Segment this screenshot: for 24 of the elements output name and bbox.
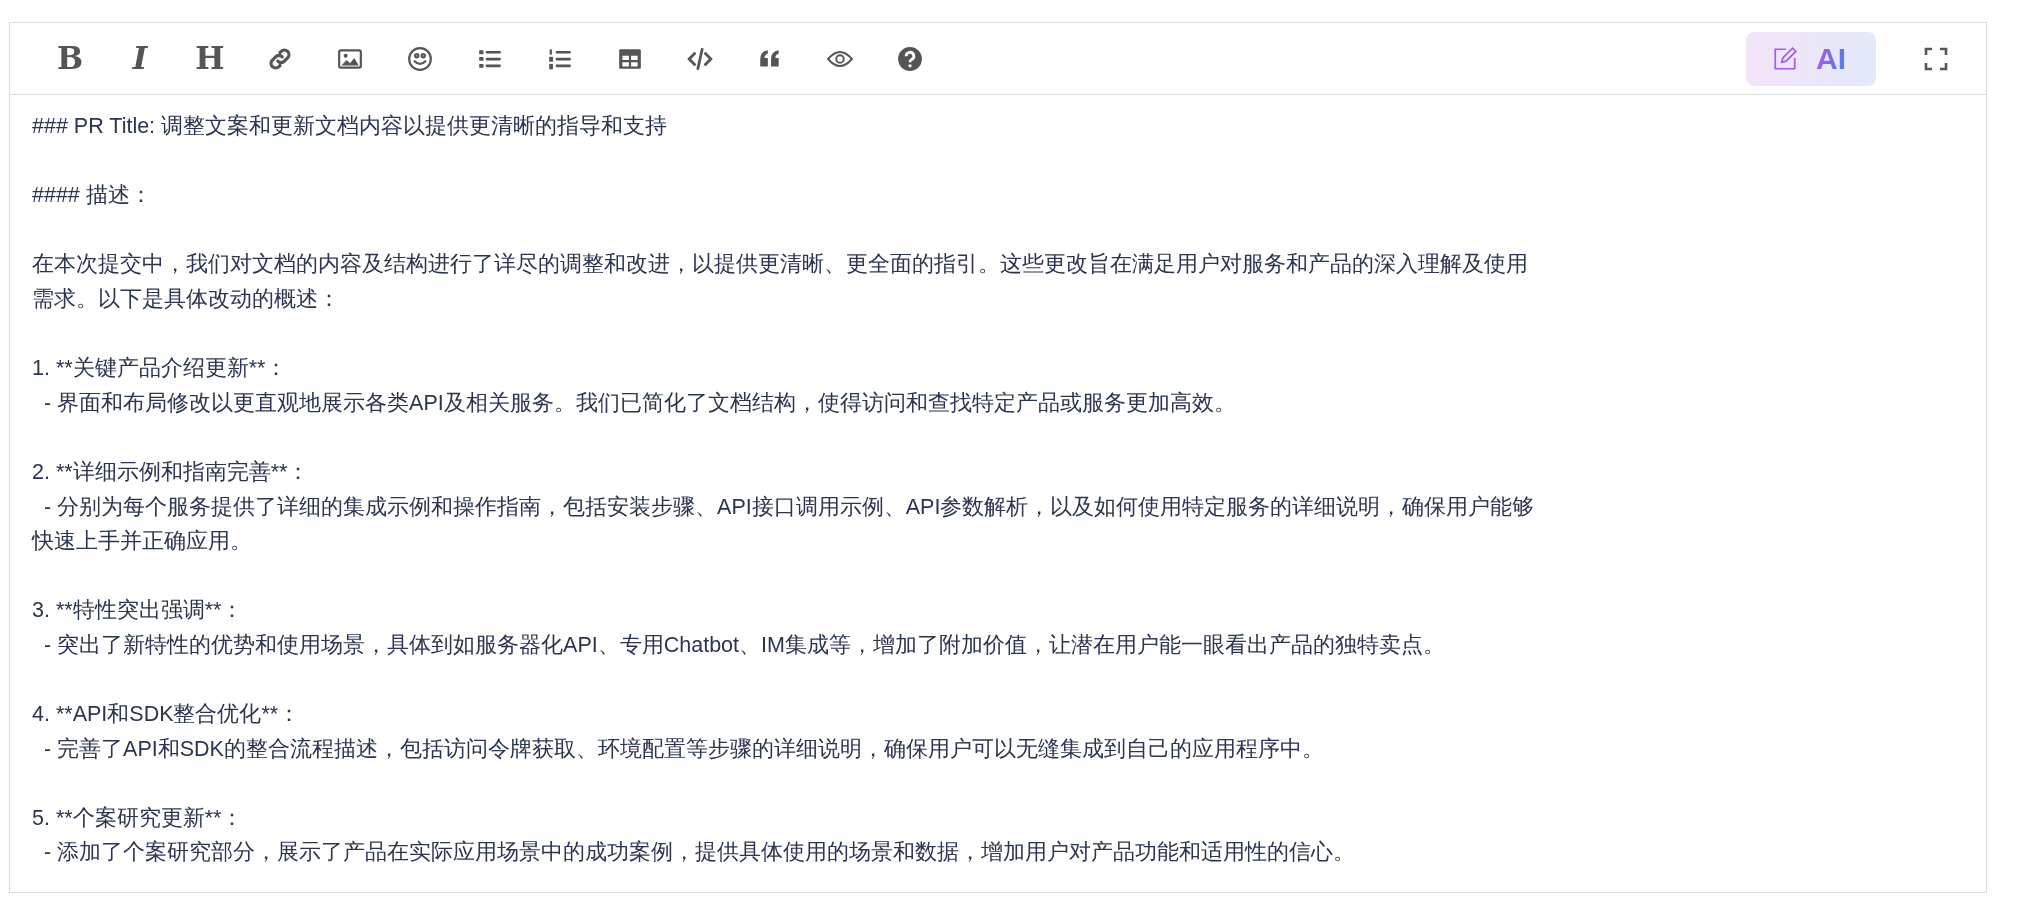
heading-button[interactable]: H	[186, 36, 234, 81]
help-icon	[897, 45, 923, 72]
text-line: 需求。以下是具体改动的概述：	[32, 285, 341, 313]
text-line: - 突出了新特性的优势和使用场景，具体到如服务器化API、专用Chatbot、IM集成等，增加了附加价值，让潜在用户能一眼看出产品的独特卖点。	[42, 631, 1446, 659]
text-line: - 分别为每个服务提供了详细的集成示例和操作指南，包括安装步骤、API接口调用示例、API参数解析，以及如何使用特定服务的详细说明，确保用户能够	[42, 493, 1536, 521]
text-line: 2. **详细示例和指南完善**：	[32, 458, 311, 486]
text-line: ### PR Title: 调整文案和更新文档内容以提供更清晰的指导和支持	[32, 113, 669, 140]
text-line: 4. **API和SDK整合优化**：	[32, 701, 302, 729]
code-icon	[687, 45, 713, 72]
bold-button[interactable]: B	[46, 36, 94, 81]
text-line: 在本次提交中，我们对文档的内容及结构进行了详尽的调整和改进，以提供更清晰、更全面的指引。这些更改旨在满足用户对服务和产品的深入理解及使用	[32, 251, 1529, 279]
text-line: 3. **特性突出强调**：	[32, 597, 245, 625]
text-line: 1. **关键产品介绍更新**：	[32, 355, 289, 383]
text-line: - 界面和布局修改以更直观地展示各类API及相关服务。我们已简化了文档结构，使得访问和查找特定产品或服务更加高效。	[42, 389, 1237, 417]
smiley-icon	[407, 45, 433, 72]
text-line: - 完善了API和SDK的整合流程描述，包括访问令牌获取、环境配置等步骤的详细说明，确保用户可以无缝集成到自己的应用程序中。	[42, 735, 1325, 763]
text-line: #### 描述：	[32, 182, 153, 210]
edit-icon	[1772, 45, 1798, 72]
text-line: 5. **个案研究更新**：	[32, 804, 245, 832]
italic-button[interactable]: I	[116, 36, 164, 81]
fullscreen-icon	[1924, 46, 1948, 71]
link-icon	[267, 45, 293, 72]
text-line: 快速上手并正确应用。	[32, 528, 253, 556]
text-line: - 添加了个案研究部分，展示了产品在实际应用场景中的成功案例，提供具体使用的场景和数据，增加用户对产品功能和适用性的信心。	[42, 839, 1357, 867]
